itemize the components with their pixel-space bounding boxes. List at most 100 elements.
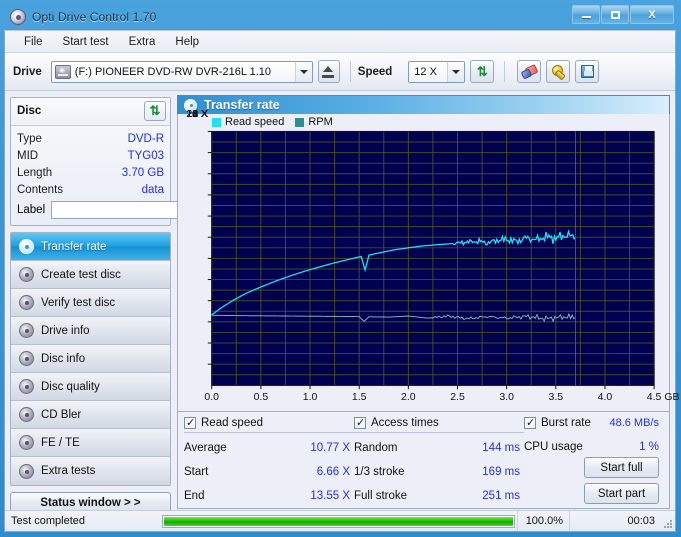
maximize-button[interactable]: [601, 5, 629, 24]
menu-bar: File Start test Extra Help: [5, 31, 675, 53]
menu-item-start-test[interactable]: Start test: [54, 33, 118, 51]
speed-select[interactable]: 12 X: [408, 60, 466, 83]
progress-fill: [164, 516, 513, 526]
sidebar-item-drive-info[interactable]: Drive info: [11, 317, 170, 345]
disc-row-key: Contents: [17, 183, 64, 196]
plot-area: 2 X4 X6 X8 X 10 X 12 X 14 X 16 X 18 X 20 X 22 X…: [178, 108, 679, 411]
drive-toolbar: Drive (F:) PIONEER DVD-RW DVR-216L 1.10 …: [5, 53, 675, 91]
chevron-down-icon[interactable]: [447, 61, 465, 82]
sidebar-item-label: Disc info: [41, 352, 86, 365]
start-full-button[interactable]: Start full: [584, 457, 659, 478]
result-value: 13.55 X: [310, 490, 350, 502]
x-axis-tick: 0.0: [204, 390, 220, 403]
erase-disc-button[interactable]: [517, 60, 542, 83]
sidebar-item-verify-test-disc[interactable]: Verify test disc: [11, 289, 170, 317]
disc-group-header: Disc ⇅: [11, 98, 170, 126]
result-key: End: [184, 490, 205, 502]
sidebar-item-transfer-rate[interactable]: Transfer rate: [11, 233, 170, 261]
close-button[interactable]: X: [630, 5, 674, 24]
speed-select-value: 12 X: [414, 65, 437, 78]
result-row-full-stroke: Full stroke 251 ms: [354, 484, 524, 508]
burst-rate-checkbox[interactable]: [524, 416, 536, 429]
sidebar-item-label: Transfer rate: [41, 240, 107, 253]
save-icon: [580, 65, 594, 78]
chevron-down-icon[interactable]: [294, 61, 312, 82]
legend-swatch-read-speed: [212, 117, 221, 127]
legend-label-rpm: RPM: [308, 116, 333, 129]
sidebar-item-fe-te[interactable]: FE / TE: [11, 429, 170, 457]
action-buttons: Start full Start part: [584, 457, 659, 504]
disc-row-length: Length 3.70 GB: [17, 164, 164, 181]
disc-refresh-button[interactable]: ⇅: [144, 101, 166, 121]
disc-group-title: Disc: [17, 105, 42, 117]
disc-info-group: Disc ⇅ Type DVD-R MID TYG03 Length 3.70 …: [10, 97, 250, 226]
settings-button[interactable]: [546, 60, 571, 83]
disc-row-value: DVD-R: [127, 132, 164, 145]
start-part-button[interactable]: Start part: [584, 483, 659, 504]
result-value: 251 ms: [482, 490, 520, 502]
disc-rows: Type DVD-R MID TYG03 Length 3.70 GB Cont…: [11, 126, 250, 225]
result-value: 6.66 X: [316, 466, 350, 478]
sidebar-item-label: Drive info: [41, 324, 90, 337]
disc-icon: [19, 267, 34, 282]
access-times-checkbox[interactable]: [354, 416, 366, 429]
save-button[interactable]: [575, 60, 600, 83]
access-times-header: Access times: [354, 416, 524, 433]
application-window: Opti Drive Control 1.70 X File Start tes…: [0, 0, 681, 537]
burst-rate-header: Burst rate 48.6 MB/s: [524, 416, 663, 432]
x-axis-unit-label: GB: [664, 390, 680, 403]
window-title: Opti Drive Control 1.70: [32, 10, 157, 24]
sidebar-nav: Transfer rate Create test disc Verify te…: [10, 232, 171, 486]
drive-select[interactable]: (F:) PIONEER DVD-RW DVR-216L 1.10: [50, 60, 313, 83]
app-icon: [10, 9, 26, 25]
legend-label-read-speed: Read speed: [225, 116, 285, 129]
chart-svg: [207, 131, 655, 390]
disc-row-type: Type DVD-R: [17, 130, 164, 147]
menu-item-help[interactable]: Help: [166, 33, 208, 51]
disc-row-key: Type: [17, 132, 42, 145]
title-bar: Opti Drive Control 1.70 X: [4, 4, 676, 30]
disc-icon: [19, 407, 34, 422]
toolbar-divider-1: [349, 61, 351, 82]
result-key: Start: [184, 466, 209, 478]
burst-rate-title: Burst rate: [541, 417, 591, 429]
disc-row-value: data: [141, 183, 164, 196]
disc-row-mid: MID TYG03: [17, 147, 164, 164]
result-value: 10.77 X: [310, 442, 350, 454]
result-row-cpu-usage: CPU usage 1 %: [524, 435, 663, 459]
x-axis-tick: 1.5: [351, 390, 367, 403]
sidebar-item-cd-bler[interactable]: CD Bler: [11, 401, 170, 429]
sidebar-item-disc-info[interactable]: Disc info: [11, 345, 170, 373]
settings-icon: [551, 65, 565, 78]
legend-swatch-rpm: [295, 117, 305, 127]
refresh-button[interactable]: ⇅: [470, 60, 495, 83]
sidebar-item-extra-tests[interactable]: Extra tests: [11, 457, 170, 485]
sidebar-item-label: CD Bler: [41, 408, 82, 421]
result-value: 169 ms: [482, 466, 520, 478]
read-speed-header: Read speed: [184, 416, 354, 433]
sidebar-item-label: FE / TE: [41, 436, 80, 449]
result-key: Random: [354, 442, 398, 454]
read-speed-checkbox[interactable]: [184, 416, 196, 429]
sidebar-item-create-test-disc[interactable]: Create test disc: [11, 261, 170, 289]
sidebar-item-disc-quality[interactable]: Disc quality: [11, 373, 170, 401]
disc-icon: [19, 351, 34, 366]
minimize-button[interactable]: [572, 5, 600, 24]
result-row-random: Random 144 ms: [354, 436, 524, 460]
resize-grip-icon[interactable]: [661, 511, 675, 531]
refresh-icon: ⇅: [476, 63, 488, 79]
status-bar: Test completed 100.0% 00:03: [5, 510, 675, 531]
result-row-third-stroke: 1/3 stroke 169 ms: [354, 460, 524, 484]
x-axis-tick: 4.5: [646, 390, 662, 403]
disc-row-contents: Contents data: [17, 181, 164, 198]
toolbar-divider-2: [504, 61, 506, 82]
menu-item-extra[interactable]: Extra: [120, 33, 165, 51]
result-row-start: Start 6.66 X: [184, 460, 354, 484]
x-axis-tick: 1.0: [302, 390, 318, 403]
chart-title: Transfer rate: [204, 98, 280, 113]
progress-bar: [160, 511, 517, 531]
result-key: Average: [184, 442, 227, 454]
sidebar-item-label: Create test disc: [41, 268, 121, 281]
eject-button[interactable]: [317, 60, 340, 83]
menu-item-file[interactable]: File: [15, 33, 52, 51]
